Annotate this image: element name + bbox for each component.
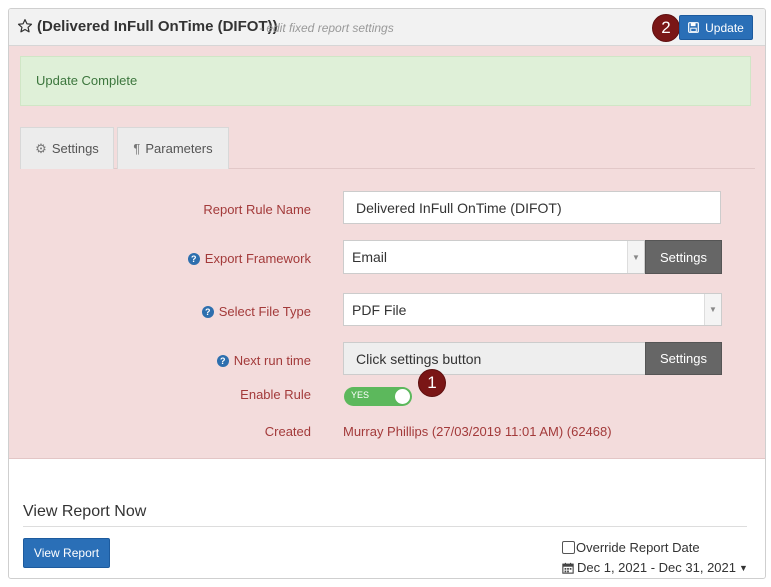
tab-settings-label: Settings <box>51 141 99 156</box>
help-icon[interactable]: ? <box>201 305 214 318</box>
tab-parameters-label: Parameters <box>145 141 213 156</box>
enable-rule-toggle[interactable]: YES <box>344 387 412 406</box>
created-label: Created <box>265 424 311 439</box>
caret-down-icon: ▼ <box>739 562 748 573</box>
settings-form-area: Update Complete ⚙ Settings ¶ Parameters … <box>9 46 765 459</box>
report-rule-name-input[interactable]: Delivered InFull OnTime (DIFOT) <box>343 191 721 224</box>
next-run-time-label: ? Next run time <box>216 353 311 368</box>
page-title: (Delivered InFull OnTime (DIFOT)) <box>37 18 278 35</box>
report-rule-name-label: Report Rule Name <box>203 202 311 217</box>
file-type-label-text: Select File Type <box>218 304 311 319</box>
date-range-text: Dec 1, 2021 - Dec 31, 2021 <box>577 560 736 575</box>
date-range-picker[interactable]: Dec 1, 2021 - Dec 31, 2021 ▼ <box>562 560 748 575</box>
view-report-button[interactable]: View Report <box>23 538 110 568</box>
override-report-date: Override Report Date <box>562 540 700 555</box>
tab-parameters[interactable]: ¶ Parameters <box>117 127 229 169</box>
chevron-down-icon: ▼ <box>704 294 721 325</box>
step-badge-2: 2 <box>652 14 680 42</box>
help-icon[interactable]: ? <box>187 252 200 265</box>
file-type-value: PDF File <box>352 301 407 318</box>
success-alert: Update Complete <box>20 56 751 106</box>
update-button[interactable]: Update <box>679 15 753 40</box>
divider <box>23 526 747 527</box>
chevron-down-icon: ▼ <box>627 241 644 273</box>
help-icon[interactable]: ? <box>216 354 229 367</box>
export-framework-settings-label: Settings <box>660 249 707 265</box>
next-run-settings-button[interactable]: Settings <box>645 342 722 375</box>
export-framework-value: Email <box>352 249 388 265</box>
view-report-heading: View Report Now <box>23 503 147 520</box>
next-run-settings-label: Settings <box>660 351 707 366</box>
report-rule-name-label-text: Report Rule Name <box>203 202 311 217</box>
panel-header: (Delivered InFull OnTime (DIFOT)) - edit… <box>9 9 765 46</box>
star-outline-icon[interactable] <box>17 18 33 34</box>
override-date-label: Override Report Date <box>576 540 700 555</box>
enable-rule-label-text: Enable Rule <box>240 387 311 402</box>
page-subtitle: - edit fixed report settings <box>259 21 394 35</box>
created-value: Murray Phillips (27/03/2019 11:01 AM) (6… <box>343 424 612 439</box>
file-type-select[interactable]: PDF File ▼ <box>343 293 722 326</box>
export-framework-select[interactable]: Email ▼ <box>343 240 645 274</box>
export-framework-label: ? Export Framework <box>187 251 311 266</box>
export-framework-label-text: Export Framework <box>204 251 311 266</box>
next-run-time-label-text: Next run time <box>233 353 311 368</box>
file-type-label: ? Select File Type <box>201 304 311 319</box>
pilcrow-icon: ¶ <box>133 141 141 156</box>
export-framework-settings-button[interactable]: Settings <box>645 240 722 274</box>
toggle-state-text: YES <box>351 390 370 400</box>
calendar-icon <box>562 562 574 574</box>
gear-icon: ⚙ <box>35 140 47 156</box>
tab-bar: ⚙ Settings ¶ Parameters <box>20 127 755 169</box>
created-label-text: Created <box>264 424 311 439</box>
view-report-button-label: View Report <box>33 546 100 560</box>
floppy-disk-icon <box>688 22 700 33</box>
report-settings-panel: (Delivered InFull OnTime (DIFOT)) - edit… <box>8 8 766 579</box>
update-button-label: Update <box>705 20 744 35</box>
enable-rule-label: Enable Rule <box>240 387 311 402</box>
next-run-time-field: Click settings button <box>343 342 646 375</box>
tab-settings[interactable]: ⚙ Settings <box>20 127 114 169</box>
step-badge-1: 1 <box>418 369 446 397</box>
toggle-knob <box>395 389 410 404</box>
override-date-checkbox[interactable] <box>562 541 575 554</box>
